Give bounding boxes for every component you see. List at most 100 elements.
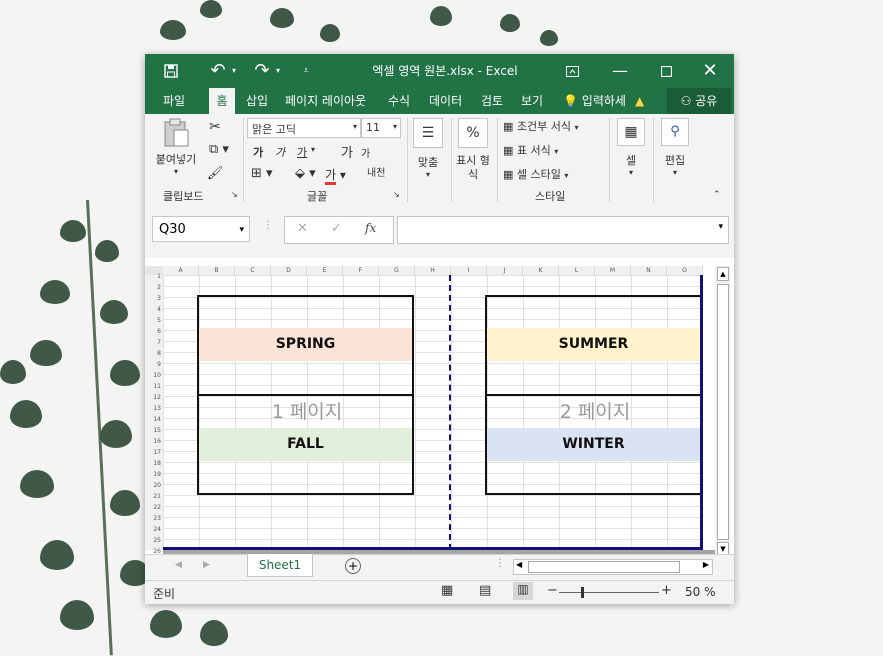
zoom-slider[interactable] (559, 587, 659, 598)
ribbon-display-icon[interactable] (559, 54, 585, 88)
font-name-select[interactable]: 맑은 고딕 ▾ (247, 118, 361, 138)
row-header[interactable]: 25 (145, 535, 161, 546)
row-header[interactable]: 8 (145, 348, 161, 359)
row-header[interactable]: 17 (145, 447, 161, 458)
tab-formulas[interactable]: 수식 (388, 88, 410, 114)
format-painter-icon[interactable]: 🖌 (205, 166, 225, 181)
cut-icon[interactable]: ✂ (205, 119, 225, 135)
warning-icon[interactable]: ▲ (635, 88, 644, 114)
column-header[interactable]: O (667, 266, 703, 275)
column-header[interactable]: K (523, 266, 559, 275)
formula-input[interactable]: ▾ (397, 216, 729, 244)
h-scroll-thumb[interactable] (528, 561, 680, 573)
row-header[interactable]: 5 (145, 315, 161, 326)
column-header[interactable]: M (595, 266, 631, 275)
clipboard-launcher-icon[interactable]: ↘ (231, 190, 238, 199)
row-header[interactable]: 3 (145, 293, 161, 304)
row-header[interactable]: 13 (145, 403, 161, 414)
column-header[interactable]: I (451, 266, 487, 275)
row-header[interactable]: 18 (145, 458, 161, 469)
insert-function-icon[interactable]: fx (365, 221, 376, 235)
scroll-right-icon[interactable]: ▶ (703, 560, 709, 569)
next-sheet-icon[interactable]: ▶ (203, 560, 210, 570)
tab-home[interactable]: 홈 (209, 88, 235, 114)
chevron-down-icon[interactable]: ▾ (718, 222, 723, 232)
phonetic-button[interactable]: 내천 (367, 164, 385, 179)
column-header[interactable]: G (379, 266, 415, 275)
column-header[interactable]: J (487, 266, 523, 275)
cancel-icon[interactable]: ✕ (297, 221, 308, 236)
prev-sheet-icon[interactable]: ◀ (175, 560, 182, 570)
tab-file[interactable]: 파일 (163, 88, 185, 114)
redo-dropdown-icon[interactable]: ▾ (273, 54, 283, 88)
tab-review[interactable]: 검토 (481, 88, 503, 114)
row-header[interactable]: 16 (145, 436, 161, 447)
row-header[interactable]: 9 (145, 359, 161, 370)
tab-page-layout[interactable]: 페이지 레이아웃 (285, 88, 366, 114)
row-header[interactable]: 24 (145, 524, 161, 535)
row-header[interactable]: 21 (145, 491, 161, 502)
column-header[interactable]: B (199, 266, 235, 275)
cells-button[interactable]: ▦ 셀 ▾ (613, 118, 649, 177)
row-header[interactable]: 10 (145, 370, 161, 381)
page-layout-view-icon[interactable]: ▤ (479, 583, 491, 598)
alignment-button[interactable]: ☰ 맞춤 ▾ (411, 118, 445, 179)
row-header[interactable]: 6 (145, 326, 161, 337)
undo-dropdown-icon[interactable]: ▾ (229, 54, 239, 88)
font-color-icon[interactable]: 가 ▾ (325, 166, 346, 185)
maximize-icon[interactable] (653, 54, 679, 88)
grow-font-button[interactable]: 가 (341, 142, 353, 161)
row-header[interactable]: 4 (145, 304, 161, 315)
enter-icon[interactable]: ✓ (331, 221, 342, 236)
scroll-thumb[interactable] (717, 284, 729, 540)
collapse-ribbon-icon[interactable]: ⌃ (713, 190, 721, 200)
vertical-scrollbar[interactable]: ▲ ▼ (715, 266, 730, 556)
row-header[interactable]: 7 (145, 337, 161, 348)
save-icon[interactable] (159, 54, 183, 88)
row-header[interactable]: 19 (145, 469, 161, 480)
column-header[interactable]: F (343, 266, 379, 275)
zoom-out-icon[interactable]: − (547, 583, 558, 598)
add-sheet-icon[interactable]: + (345, 558, 361, 574)
row-header[interactable]: 22 (145, 502, 161, 513)
font-launcher-icon[interactable]: ↘ (393, 190, 400, 199)
share-button[interactable]: ⚇ 공유 (667, 88, 731, 114)
column-header[interactable]: E (307, 266, 343, 275)
undo-icon[interactable]: ↶ (205, 54, 231, 88)
row-header[interactable]: 12 (145, 392, 161, 403)
row-header[interactable]: 14 (145, 414, 161, 425)
row-header[interactable]: 11 (145, 381, 161, 392)
name-box[interactable]: Q30 ▾ (152, 216, 250, 242)
border-icon[interactable]: ⊞ ▾ (251, 166, 273, 181)
shrink-font-button[interactable]: 가 (361, 145, 370, 160)
cell-styles-button[interactable]: ▦ 셀 스타일 ▾ (503, 166, 568, 182)
tab-data[interactable]: 데이터 (429, 88, 462, 114)
conditional-format-button[interactable]: ▦ 조건부 서식 ▾ (503, 118, 579, 134)
zoom-in-icon[interactable]: + (661, 583, 672, 598)
customize-qat-icon[interactable]: ⩡ (299, 54, 313, 88)
format-as-table-button[interactable]: ▦ 표 서식 ▾ (503, 142, 558, 158)
minimize-icon[interactable]: — (607, 54, 633, 88)
redo-icon[interactable]: ↷ (249, 54, 275, 88)
copy-icon[interactable]: ⧉ ▾ (205, 142, 233, 157)
column-header[interactable]: L (559, 266, 595, 275)
underline-button[interactable]: 가 (297, 144, 307, 160)
row-header[interactable]: 1 (145, 271, 161, 282)
paste-button[interactable]: 붙여넣기 ▾ (151, 118, 201, 176)
tab-view[interactable]: 보기 (521, 88, 543, 114)
sheet-tab-sheet1[interactable]: Sheet1 (247, 554, 313, 577)
bold-button[interactable]: 가 (253, 144, 263, 160)
number-format-button[interactable]: % 표시 형식 (453, 118, 493, 182)
cell-grid[interactable]: 1 페이지 SPRING FALL 2 페이지 SUMMER WINTER (163, 275, 703, 550)
column-header[interactable]: C (235, 266, 271, 275)
font-size-select[interactable]: 11 ▾ (361, 118, 401, 138)
row-header[interactable]: 2 (145, 282, 161, 293)
zoom-level[interactable]: 50 % (685, 585, 716, 599)
page-break-view-icon[interactable]: ▥ (513, 582, 533, 600)
zoom-slider-thumb[interactable] (581, 587, 584, 598)
tab-insert[interactable]: 삽입 (246, 88, 268, 114)
row-header[interactable]: 20 (145, 480, 161, 491)
horizontal-scrollbar[interactable]: ◀ ▶ (513, 559, 713, 575)
italic-button[interactable]: 가 (275, 144, 285, 160)
tell-me-box[interactable]: 💡 입력하세 (563, 88, 626, 114)
